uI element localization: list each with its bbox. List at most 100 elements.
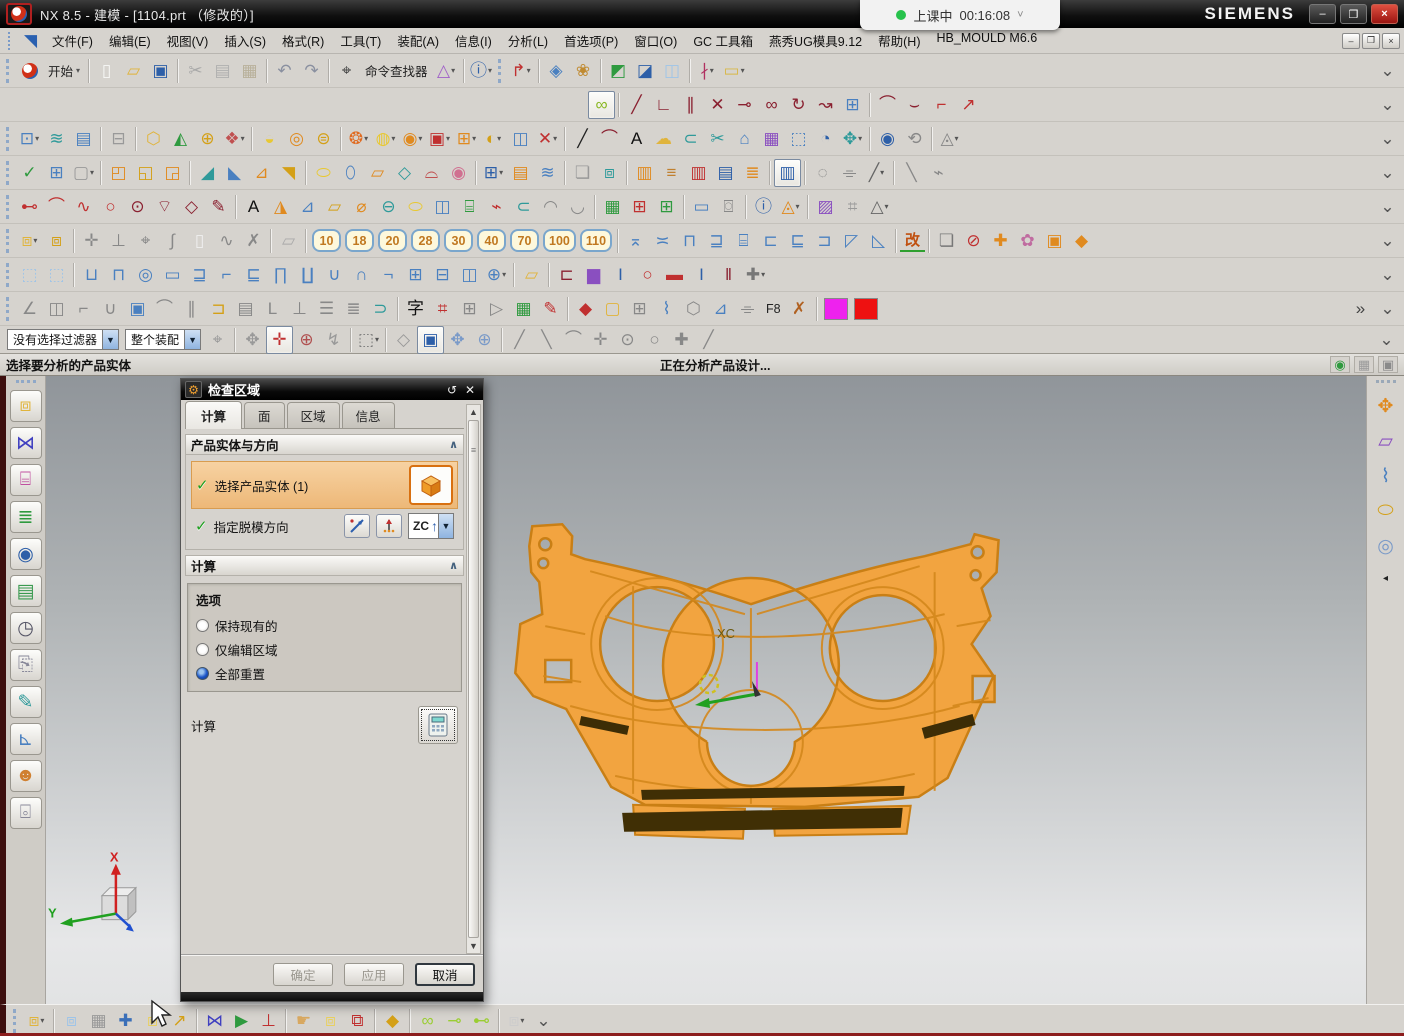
toolbar-icon[interactable]: ∤▾ bbox=[694, 57, 721, 85]
toolbar-icon[interactable]: ⌸ bbox=[456, 193, 483, 221]
toolbar-icon[interactable]: ╲ bbox=[898, 159, 925, 187]
dropdown-caret-icon[interactable]: ▾ bbox=[527, 66, 531, 75]
menu-item[interactable]: 燕秀UG模具9.12 bbox=[761, 28, 870, 53]
toolbar-icon[interactable]: ⊞ bbox=[653, 193, 680, 221]
toolbar-icon[interactable]: ↗ bbox=[955, 91, 982, 119]
resource-bar-button[interactable]: ⧈ bbox=[10, 390, 42, 422]
toolbar-icon[interactable]: ⬡ bbox=[140, 125, 167, 153]
toolbar-icon[interactable]: ◠ bbox=[537, 193, 564, 221]
resource-bar-button[interactable]: ≣ bbox=[10, 501, 42, 533]
toolbar-icon[interactable]: ⧈ bbox=[43, 227, 70, 255]
toolbar-icon[interactable]: ✛ bbox=[266, 326, 293, 354]
toolbar-icon[interactable]: ⊞▾ bbox=[480, 159, 507, 187]
menu-item[interactable]: 编辑(E) bbox=[101, 28, 159, 53]
toolbar-icon[interactable]: ⊕ bbox=[471, 326, 498, 354]
dropdown-caret-icon[interactable]: ▾ bbox=[955, 134, 959, 143]
toolbar-icon[interactable]: ✚ bbox=[112, 1007, 139, 1035]
toolbar-icon[interactable]: ▢▾ bbox=[70, 159, 97, 187]
dialog-titlebar[interactable]: ⚙ 检查区域 ↺ ✕ bbox=[181, 379, 483, 400]
toolbar-icon[interactable]: ∪ bbox=[321, 261, 348, 289]
nx-app-icon[interactable] bbox=[6, 3, 32, 25]
toolbar-icon[interactable]: ⌁ bbox=[483, 193, 510, 221]
toolbar-icon[interactable]: ◰ bbox=[105, 159, 132, 187]
toolbar-icon[interactable]: ⌖ bbox=[333, 57, 360, 85]
toolbar-icon[interactable]: ▦ bbox=[236, 57, 263, 85]
toolbar-icon[interactable]: ⬭ bbox=[402, 193, 429, 221]
toolbar-icon[interactable]: ⌒ bbox=[596, 125, 623, 153]
radio-icon[interactable] bbox=[196, 619, 209, 632]
dropdown-caret-icon[interactable]: ▾ bbox=[76, 66, 80, 75]
toolbar-icon[interactable]: ⟲ bbox=[901, 125, 928, 153]
toolbar-icon[interactable]: ⊂ bbox=[510, 193, 537, 221]
toolbar-icon[interactable]: ✎ bbox=[537, 295, 564, 323]
vector-dialog-button[interactable] bbox=[376, 514, 402, 538]
toolbar-icon[interactable]: ⊑ bbox=[784, 227, 811, 255]
toolbar-icon[interactable]: I bbox=[607, 261, 634, 289]
dropdown-caret-icon[interactable]: ▾ bbox=[35, 134, 39, 143]
toolbar-icon[interactable]: ◢ bbox=[194, 159, 221, 187]
mold-size-button[interactable]: 70 bbox=[510, 229, 539, 252]
dropdown-caret-icon[interactable]: ▾ bbox=[90, 168, 94, 177]
toolbar-icon[interactable]: ○ bbox=[97, 193, 124, 221]
toolbar-grip[interactable] bbox=[6, 297, 13, 321]
toolbar-icon[interactable]: ⊥ bbox=[105, 227, 132, 255]
chevron-down-icon[interactable]: ˅ bbox=[1017, 9, 1023, 21]
toolbar-icon[interactable]: ⌄ bbox=[1374, 261, 1401, 289]
toolbar-icon[interactable]: ◎ bbox=[132, 261, 159, 289]
dropdown-caret-icon[interactable]: ▾ bbox=[499, 168, 503, 177]
dropdown-caret-icon[interactable]: ▾ bbox=[502, 270, 506, 279]
toolbar-icon[interactable]: ◡ bbox=[564, 193, 591, 221]
toolbar-icon[interactable]: ⧈▾ bbox=[503, 1007, 530, 1035]
mold-size-button[interactable]: 40 bbox=[477, 229, 506, 252]
toolbar-icon[interactable]: ⧈ bbox=[317, 1007, 344, 1035]
toolbar-icon[interactable]: ◫ bbox=[659, 57, 686, 85]
toolbar-icon[interactable]: ⌒ bbox=[874, 91, 901, 119]
toolbar-icon[interactable]: ⌄ bbox=[1374, 57, 1401, 85]
toolbar-icon[interactable]: △▾ bbox=[433, 57, 460, 85]
toolbar-icon[interactable]: ⌄ bbox=[1374, 193, 1401, 221]
toolbar-icon[interactable]: ◆ bbox=[379, 1007, 406, 1035]
right-strip-button[interactable]: ◎ bbox=[1372, 532, 1400, 560]
toolbar-icon[interactable]: ∞ bbox=[758, 91, 785, 119]
toolbar-icon[interactable]: ⌄ bbox=[1374, 295, 1401, 323]
maximize-button[interactable]: ❐ bbox=[1340, 4, 1367, 24]
menu-item[interactable]: 插入(S) bbox=[216, 28, 274, 53]
toolbar-icon[interactable]: ⌄ bbox=[1374, 125, 1401, 153]
color-swatch-button[interactable] bbox=[854, 298, 878, 320]
toolbar-icon[interactable]: ↯ bbox=[320, 326, 347, 354]
tab-计算[interactable]: 计算 bbox=[185, 401, 242, 429]
mold-size-button[interactable]: 28 bbox=[411, 229, 440, 252]
toolbar-icon[interactable]: ◆ bbox=[1068, 227, 1095, 255]
toolbar-icon[interactable]: ⌒ bbox=[151, 295, 178, 323]
toolbar-icon[interactable]: ✗ bbox=[240, 227, 267, 255]
toolbar-icon[interactable]: ⌣ bbox=[901, 91, 928, 119]
toolbar-icon[interactable]: ◐▾ bbox=[480, 125, 507, 153]
toolbar-icon[interactable]: ◫ bbox=[43, 295, 70, 323]
toolbar-icon[interactable]: ◒ bbox=[256, 125, 283, 153]
toolbar-icon[interactable]: ❀ bbox=[570, 57, 597, 85]
menu-item[interactable]: 格式(R) bbox=[274, 28, 332, 53]
toolbar-icon[interactable]: ✥▾ bbox=[839, 125, 866, 153]
toolbar-icon[interactable]: ╱ bbox=[569, 125, 596, 153]
toolbar-icon[interactable]: ≍ bbox=[649, 227, 676, 255]
dialog-scrollbar[interactable]: ▲ ≡ ▼ bbox=[466, 404, 481, 954]
toolbar-icon[interactable]: ∪ bbox=[97, 295, 124, 323]
group-product-header[interactable]: 产品实体与方向 ∧ bbox=[185, 434, 464, 455]
toolbar-icon[interactable]: ⊿ bbox=[248, 159, 275, 187]
toolbar-icon[interactable]: ⊞ bbox=[456, 295, 483, 323]
toolbar-icon[interactable]: ⌼ bbox=[715, 193, 742, 221]
dropdown-caret-icon[interactable]: ▾ bbox=[710, 66, 714, 75]
dropdown-caret-icon[interactable]: ▾ bbox=[451, 66, 455, 75]
menu-item[interactable]: 工具(T) bbox=[332, 28, 389, 53]
resource-bar-button[interactable]: ⌸ bbox=[10, 464, 42, 496]
mold-size-button[interactable]: 10 bbox=[312, 229, 341, 252]
right-strip-grip[interactable] bbox=[1376, 380, 1396, 383]
mdi-close-button[interactable]: × bbox=[1382, 33, 1400, 49]
toolbar-icon[interactable]: ▤ bbox=[232, 295, 259, 323]
toolbar-icon[interactable]: ▬ bbox=[661, 261, 688, 289]
toolbar-icon[interactable]: ⊞ bbox=[626, 295, 653, 323]
toolbar-icon[interactable]: ☰ bbox=[313, 295, 340, 323]
toolbar-icon[interactable]: ◫ bbox=[456, 261, 483, 289]
toolbar-icon[interactable]: ∠ bbox=[16, 295, 43, 323]
toolbar-icon[interactable]: ⌸ bbox=[730, 227, 757, 255]
